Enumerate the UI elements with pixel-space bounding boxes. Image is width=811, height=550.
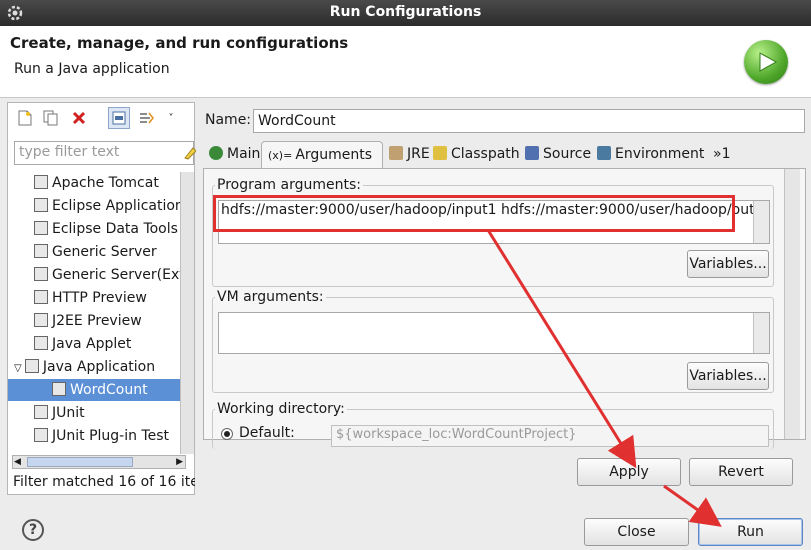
annotation-arrows	[486, 229, 722, 527]
arrow-to-apply	[486, 229, 637, 469]
arrow-to-run	[663, 484, 722, 527]
